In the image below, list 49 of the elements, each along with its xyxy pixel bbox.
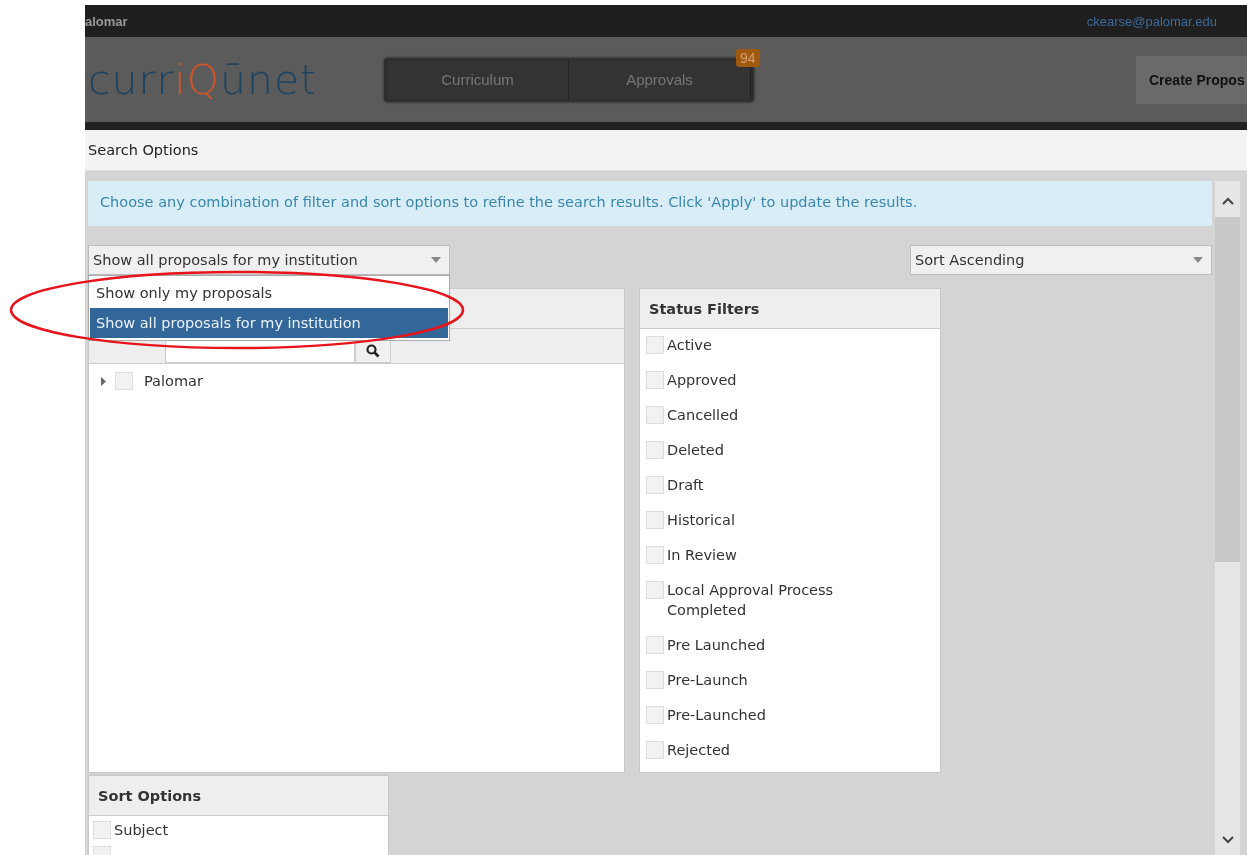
checkbox[interactable]: [646, 671, 664, 689]
checkbox[interactable]: [646, 406, 664, 424]
status-filter-label: In Review: [667, 546, 737, 565]
sort-order-dropdown[interactable]: Sort Ascending: [910, 245, 1212, 275]
search-field[interactable]: [165, 341, 355, 363]
institution-name: alomar: [85, 13, 128, 29]
checkbox[interactable]: [646, 476, 664, 494]
sort-option-label: Subject: [114, 822, 169, 838]
checkbox[interactable]: [646, 441, 664, 459]
checkbox[interactable]: [646, 336, 664, 354]
checkbox[interactable]: [646, 636, 664, 654]
caret-icon: [431, 257, 441, 263]
info-notice: Choose any combination of filter and sort options to refine the search results. Click 'Apply' to update the results.: [88, 181, 1212, 226]
status-filter-label: Approved: [667, 371, 737, 390]
panel-title: Status Filters: [649, 300, 760, 317]
status-filter-label: Local Approval Process Completed: [667, 581, 835, 620]
status-filter-label: Pre-Launch: [667, 671, 748, 690]
checkbox[interactable]: [115, 372, 133, 390]
scrollbar[interactable]: [1215, 181, 1240, 855]
scroll-up-icon[interactable]: [1221, 197, 1234, 205]
status-filter-label: Active: [667, 336, 712, 355]
dropdown-option[interactable]: Show only my proposals: [90, 278, 448, 308]
checkbox[interactable]: [646, 371, 664, 389]
status-filter-label: Historical: [667, 511, 735, 530]
expand-arrow-icon[interactable]: [101, 376, 107, 386]
section-title: Search Options: [88, 142, 199, 158]
checkbox[interactable]: [646, 741, 664, 759]
status-filter-label: Deleted: [667, 441, 724, 460]
scroll-down-icon[interactable]: [1221, 836, 1234, 844]
status-filter-label: Cancelled: [667, 406, 739, 425]
status-filter-label: Pre Launched: [667, 636, 766, 655]
panel-title: Sort Options: [98, 787, 202, 804]
checkbox[interactable]: [646, 511, 664, 529]
search-icon: [366, 343, 380, 358]
checkbox[interactable]: [646, 546, 664, 564]
create-proposal-button[interactable]: Create Propos: [1136, 55, 1247, 104]
count-badge: 94: [736, 49, 760, 67]
dropdown-option[interactable]: Show all proposals for my institution: [90, 308, 448, 338]
user-email-link[interactable]: ckearse@palomar.edu: [1086, 13, 1217, 29]
status-filter-label: Pre-Launched: [667, 706, 766, 725]
checkbox[interactable]: [646, 581, 664, 599]
checkbox[interactable]: [646, 706, 664, 724]
checkbox[interactable]: [93, 821, 111, 839]
tree-item-label[interactable]: Palomar: [144, 373, 203, 389]
scope-dropdown[interactable]: Show all proposals for my institution: [88, 245, 450, 275]
status-filter-label: Rejected: [667, 741, 731, 760]
caret-icon: [1193, 257, 1203, 263]
status-filter-label: Draft: [667, 476, 704, 495]
nav-tab[interactable]: Curriculum: [387, 60, 569, 99]
